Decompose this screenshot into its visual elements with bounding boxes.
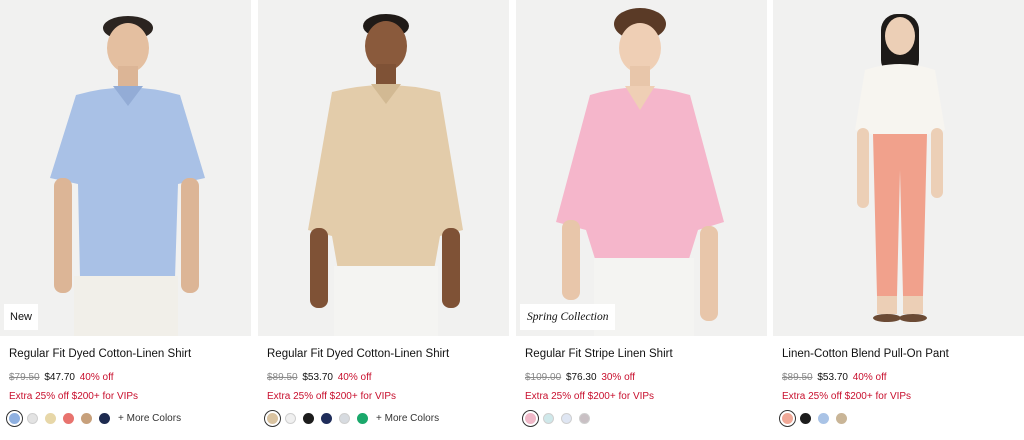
arm-left: [857, 128, 869, 208]
sale-price: $53.70: [817, 372, 848, 383]
price-row: $109.00 $76.30 30% off: [525, 372, 635, 383]
pants: [74, 276, 178, 336]
original-price: $79.50: [9, 372, 40, 383]
promo-text: Extra 25% off $200+ for VIPs: [9, 391, 139, 402]
color-swatch[interactable]: [779, 409, 796, 427]
face: [365, 21, 407, 71]
color-swatch[interactable]: [522, 409, 539, 427]
color-swatch[interactable]: [800, 412, 811, 424]
color-swatch[interactable]: [63, 412, 74, 424]
shirt: [855, 64, 945, 138]
color-swatch[interactable]: [285, 412, 296, 424]
original-price: $89.50: [267, 372, 298, 383]
promo-text: Extra 25% off $200+ for VIPs: [267, 391, 397, 402]
color-swatch[interactable]: [543, 412, 554, 424]
leg-right: [903, 296, 923, 314]
color-swatch[interactable]: [6, 409, 23, 427]
sandal-right: [899, 314, 927, 322]
sale-price: $53.70: [302, 372, 333, 383]
face: [619, 23, 661, 73]
color-swatch[interactable]: [303, 412, 314, 424]
product-image[interactable]: Spring Collection: [516, 0, 767, 336]
arm-right: [931, 128, 943, 198]
arm-left: [310, 228, 328, 308]
color-swatch[interactable]: [99, 412, 110, 424]
product-card[interactable]: Regular Fit Dyed Cotton-Linen Shirt $89.…: [258, 0, 509, 440]
model-photo: [556, 8, 724, 336]
sale-price: $47.70: [44, 372, 75, 383]
discount-label: 30% off: [601, 372, 636, 383]
product-image[interactable]: New: [0, 0, 251, 336]
neck: [118, 66, 138, 88]
color-swatch[interactable]: [818, 412, 829, 424]
arm-right: [700, 226, 718, 321]
color-swatches: [779, 409, 847, 427]
model-photo: [308, 14, 463, 336]
product-name[interactable]: Linen-Cotton Blend Pull-On Pant: [782, 348, 949, 360]
product-card[interactable]: New Regular Fit Dyed Cotton-Linen Shirt …: [0, 0, 251, 440]
discount-label: 40% off: [79, 372, 114, 383]
color-swatches: [522, 409, 590, 427]
more-colors-link[interactable]: + More Colors: [118, 413, 181, 424]
original-price: $89.50: [782, 372, 813, 383]
more-colors-link[interactable]: + More Colors: [376, 413, 439, 424]
color-swatch[interactable]: [321, 412, 332, 424]
color-swatch[interactable]: [579, 412, 590, 424]
arm-left: [562, 220, 580, 300]
color-swatch[interactable]: [836, 412, 847, 424]
leg-left: [877, 296, 897, 314]
neck: [630, 66, 650, 88]
arm-right: [442, 228, 460, 308]
discount-label: 40% off: [337, 372, 372, 383]
product-image[interactable]: [773, 0, 1024, 336]
product-card[interactable]: Spring Collection Regular Fit Stripe Lin…: [516, 0, 767, 440]
product-name[interactable]: Regular Fit Stripe Linen Shirt: [525, 348, 673, 360]
color-swatches: + More Colors: [6, 409, 181, 427]
discount-label: 40% off: [852, 372, 887, 383]
sale-price: $76.30: [565, 372, 597, 383]
product-card[interactable]: Linen-Cotton Blend Pull-On Pant $89.50 $…: [773, 0, 1024, 440]
product-badge: New: [4, 304, 39, 330]
promo-text: Extra 25% off $200+ for VIPs: [525, 391, 655, 402]
promo-text: Extra 25% off $200+ for VIPs: [782, 391, 912, 402]
sandal-left: [873, 314, 901, 322]
color-swatch[interactable]: [27, 412, 38, 424]
pants: [334, 266, 438, 336]
price-row: $89.50 $53.70 40% off: [782, 372, 886, 383]
shirt: [308, 85, 463, 270]
model-photo: [50, 16, 205, 336]
neck: [376, 64, 396, 86]
model-photo: [855, 14, 945, 322]
product-grid: New Regular Fit Dyed Cotton-Linen Shirt …: [0, 0, 1024, 440]
product-name[interactable]: Regular Fit Dyed Cotton-Linen Shirt: [267, 348, 449, 360]
color-swatch[interactable]: [81, 412, 92, 424]
color-swatches: + More Colors: [264, 409, 439, 427]
color-swatch[interactable]: [357, 412, 368, 424]
arm-right: [181, 178, 199, 293]
product-name[interactable]: Regular Fit Dyed Cotton-Linen Shirt: [9, 348, 191, 360]
color-swatch[interactable]: [264, 409, 281, 427]
color-swatch[interactable]: [339, 412, 350, 424]
color-swatch[interactable]: [561, 412, 572, 424]
face: [107, 23, 149, 73]
shirt: [556, 87, 724, 262]
face: [885, 17, 915, 55]
price-row: $89.50 $53.70 40% off: [267, 372, 371, 383]
product-badge: Spring Collection: [520, 304, 616, 330]
pants: [873, 134, 927, 296]
original-price: $109.00: [525, 372, 562, 383]
arm-left: [54, 178, 72, 293]
price-row: $79.50 $47.70 40% off: [9, 372, 113, 383]
color-swatch[interactable]: [45, 412, 56, 424]
product-image[interactable]: [258, 0, 509, 336]
